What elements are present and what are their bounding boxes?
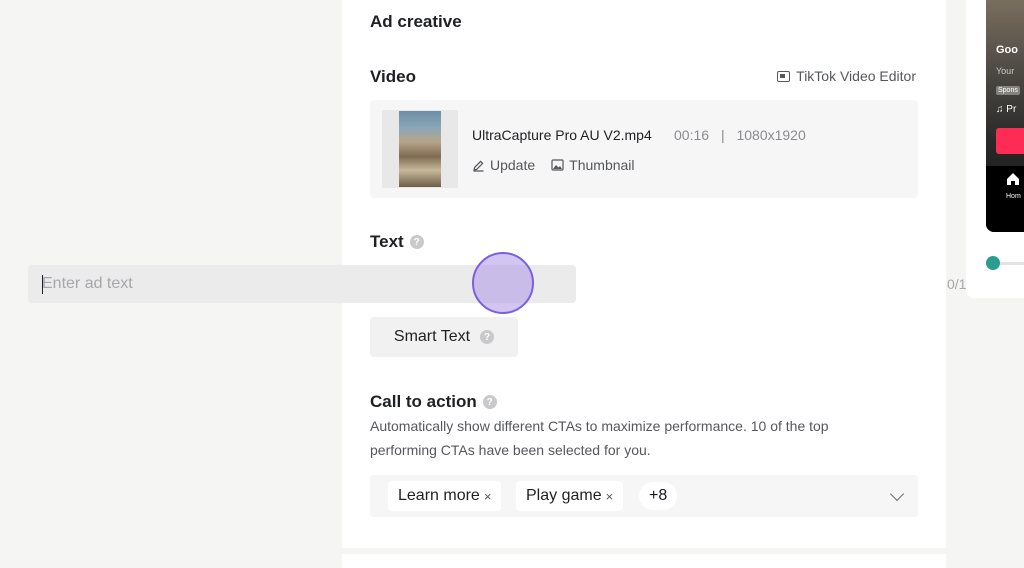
text-label-text: Text [370,232,404,251]
update-button[interactable]: Update [472,157,535,173]
cta-label-text: Call to action [370,392,477,411]
music-label: ♫ Pr [996,104,1017,115]
video-file-name: UltraCapture Pro AU V2.mp4 [472,127,652,143]
home-icon [1007,173,1019,185]
home-label: Hom [1006,193,1021,200]
sponsored-badge: Spons [996,86,1020,95]
preview-cta-button [996,128,1024,154]
pencil-icon [473,160,484,172]
video-duration: 00:16 [674,127,710,143]
help-icon[interactable]: ? [409,235,424,249]
cta-tag-label: Play game [526,487,602,504]
video-file-actions: Update Thumbnail [472,157,635,173]
video-resolution: 1080x1920 [736,127,806,143]
tiktok-video-editor-link[interactable]: TikTok Video Editor [777,68,916,84]
smart-text-label: Smart Text [393,328,471,345]
help-icon[interactable]: ? [482,395,497,409]
thumbnail-button[interactable]: Thumbnail [551,157,635,173]
update-label: Update [490,157,536,173]
image-icon [551,159,564,171]
film-icon [777,70,791,82]
chevron-down-icon[interactable] [889,486,905,502]
cta-label: Call to action ? [370,392,497,412]
cta-tag-play-game: Play game × [516,481,624,511]
video-label: Video [370,67,416,87]
meta-separator: | [720,127,725,143]
video-label-text: Video [370,67,416,86]
next-section-card [342,554,946,568]
editor-link-label: TikTok Video Editor [796,68,916,84]
more-tags-count[interactable]: +8 [639,482,678,510]
text-label: Text ? [370,232,424,252]
text-cursor [42,275,43,294]
video-thumbnail[interactable] [382,110,458,188]
remove-tag-icon[interactable]: × [606,489,614,504]
thumbnail-image [399,111,441,187]
cta-tag-learn-more: Learn more × [388,481,502,511]
section-title: Ad creative [370,12,462,31]
cta-select[interactable]: Learn more × Play game × +8 [370,475,918,517]
click-indicator [472,252,534,314]
preview-subtitle: Your [996,66,1015,76]
cta-tag-label: Learn more [398,487,480,504]
preview-title: Goo [996,44,1018,56]
help-icon[interactable]: ? [480,330,495,344]
phone-preview: Goo Your Spons ♫ Pr Hom [986,0,1024,232]
video-file-meta: 00:16 | 1080x1920 [674,127,806,143]
thumbnail-label: Thumbnail [569,157,635,173]
smart-text-button[interactable]: Smart Text ? [370,317,518,357]
cta-description: Automatically show different CTAs to max… [370,418,829,458]
remove-tag-icon[interactable]: × [484,489,492,504]
video-file-card: UltraCapture Pro AU V2.mp4 00:16 | 1080x… [370,100,918,198]
preview-timeline-knob[interactable] [986,256,1000,270]
